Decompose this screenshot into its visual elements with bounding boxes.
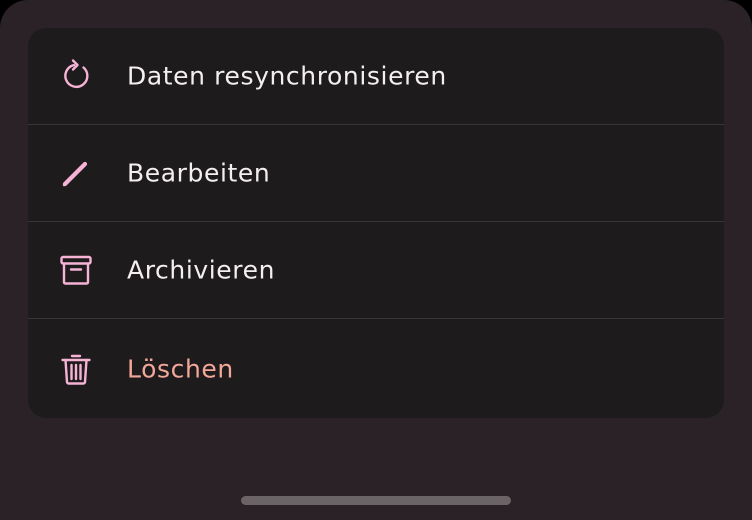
home-indicator[interactable] bbox=[241, 496, 511, 505]
menu-item-archive[interactable]: Archivieren bbox=[28, 222, 724, 319]
archive-icon bbox=[58, 252, 94, 288]
menu-item-label: Bearbeiten bbox=[127, 158, 271, 188]
menu-item-edit[interactable]: Bearbeiten bbox=[28, 125, 724, 222]
bottom-sheet: Daten resynchronisieren Bearbeiten Archi… bbox=[0, 0, 752, 520]
pencil-icon bbox=[58, 155, 94, 191]
action-menu: Daten resynchronisieren Bearbeiten Archi… bbox=[28, 28, 724, 418]
menu-item-resync[interactable]: Daten resynchronisieren bbox=[28, 28, 724, 125]
refresh-icon bbox=[58, 58, 94, 94]
trash-icon bbox=[58, 351, 94, 387]
menu-item-label: Löschen bbox=[127, 354, 234, 383]
menu-item-label: Daten resynchronisieren bbox=[127, 61, 447, 91]
menu-item-label: Archivieren bbox=[127, 255, 276, 285]
menu-item-delete[interactable]: Löschen bbox=[28, 319, 724, 418]
